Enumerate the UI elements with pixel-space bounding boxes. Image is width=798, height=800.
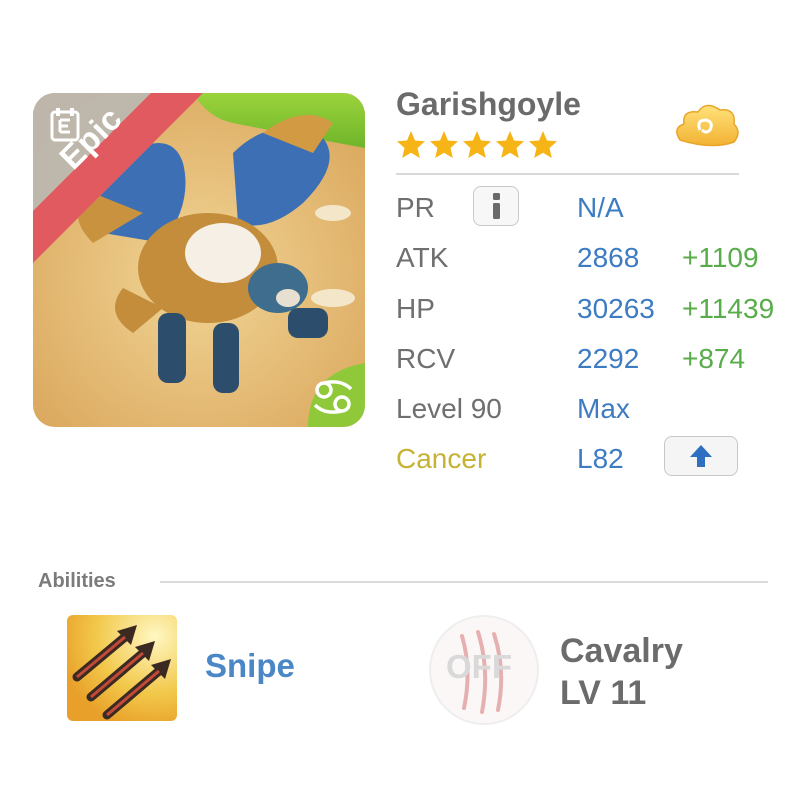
stat-label-pr: PR — [396, 192, 435, 223]
ability-status: OFF — [446, 648, 512, 685]
ability-level-secondary: LV 11 — [560, 674, 647, 712]
stat-label-rcv: RCV — [396, 343, 456, 374]
stat-label-level: Level 90 — [396, 393, 502, 424]
star-icon — [397, 131, 425, 158]
star-icon — [430, 131, 458, 158]
stat-bonus-rcv: +874 — [682, 343, 746, 374]
arrow-up-icon — [690, 445, 712, 467]
info-button[interactable] — [473, 186, 519, 226]
stat-value-pr: N/A — [577, 192, 624, 223]
info-icon — [492, 193, 500, 219]
star-icon — [463, 131, 491, 158]
cancer-icon — [313, 380, 353, 414]
abilities-title: Abilities — [38, 570, 116, 592]
stat-value-atk: 2868 — [577, 242, 640, 273]
stat-value-sign: L82 — [577, 443, 624, 474]
star-icon — [529, 131, 557, 158]
stat-label-sign: Cancer — [396, 443, 487, 474]
upgrade-button[interactable] — [664, 436, 738, 476]
stat-value-hp: 30263 — [577, 293, 655, 324]
cloud-icon — [676, 104, 739, 147]
arrows-icon[interactable] — [67, 615, 177, 721]
header-divider — [396, 173, 739, 175]
abilities-divider — [160, 581, 768, 583]
star-icon — [496, 131, 524, 158]
monster-name: Garishgoyle — [396, 86, 581, 122]
book-icon — [50, 108, 80, 142]
ability-name-primary[interactable]: Snipe — [205, 647, 295, 685]
stat-value-rcv: 2292 — [577, 343, 640, 374]
stat-bonus-hp: +11439 — [682, 293, 775, 324]
ability-name-secondary: Cavalry — [560, 632, 683, 670]
stat-label-atk: ATK — [396, 242, 449, 273]
stat-label-hp: HP — [396, 293, 435, 324]
star-rating — [396, 130, 558, 160]
stat-bonus-atk: +1109 — [682, 242, 759, 273]
stat-value-level: Max — [577, 393, 630, 424]
